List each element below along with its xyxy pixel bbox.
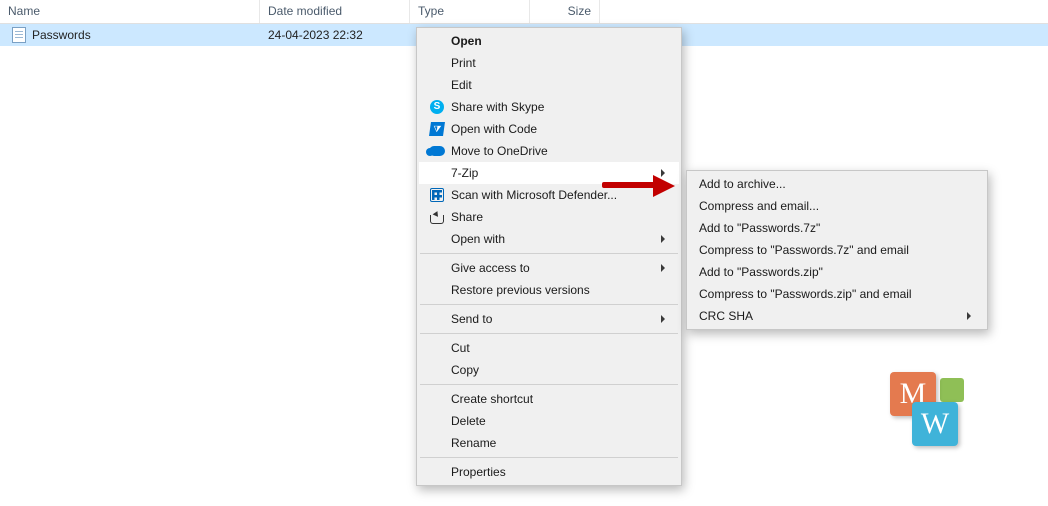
menu-separator [420,384,678,385]
menu-item-share-skype[interactable]: SShare with Skype [419,96,679,118]
onedrive-icon [429,146,445,156]
menu-item-send-to[interactable]: Send to [419,308,679,330]
site-watermark-logo: M W [890,372,970,452]
menu-item-copy[interactable]: Copy [419,359,679,381]
menu-separator [420,253,678,254]
submenu-item-compress-7z-email[interactable]: Compress to "Passwords.7z" and email [689,239,985,261]
menu-item-open-code[interactable]: ⧩Open with Code [419,118,679,140]
menu-item-rename[interactable]: Rename [419,432,679,454]
column-header-date[interactable]: Date modified [260,0,410,23]
submenu-item-add-archive[interactable]: Add to archive... [689,173,985,195]
file-name: Passwords [32,28,91,42]
menu-item-move-onedrive[interactable]: Move to OneDrive [419,140,679,162]
menu-item-print[interactable]: Print [419,52,679,74]
submenu-item-add-zip[interactable]: Add to "Passwords.zip" [689,261,985,283]
file-date: 24-04-2023 22:32 [260,26,410,44]
menu-separator [420,333,678,334]
skype-icon: S [430,100,444,114]
menu-item-properties[interactable]: Properties [419,461,679,483]
menu-separator [420,304,678,305]
column-header-name[interactable]: Name [0,0,260,23]
menu-item-open[interactable]: Open [419,30,679,52]
submenu-item-compress-email[interactable]: Compress and email... [689,195,985,217]
column-header-size[interactable]: Size [530,0,600,23]
menu-item-7zip[interactable]: 7-Zip [419,162,679,184]
share-icon [430,210,444,224]
text-file-icon [12,27,26,43]
menu-item-create-shortcut[interactable]: Create shortcut [419,388,679,410]
menu-item-cut[interactable]: Cut [419,337,679,359]
context-menu: Open Print Edit SShare with Skype ⧩Open … [416,27,682,486]
defender-icon [430,188,444,202]
menu-item-defender[interactable]: Scan with Microsoft Defender... [419,184,679,206]
column-header-type[interactable]: Type [410,0,530,23]
menu-item-open-with[interactable]: Open with [419,228,679,250]
submenu-item-add-7z[interactable]: Add to "Passwords.7z" [689,217,985,239]
menu-item-edit[interactable]: Edit [419,74,679,96]
menu-separator [420,457,678,458]
vscode-icon: ⧩ [429,122,445,136]
menu-item-share[interactable]: Share [419,206,679,228]
submenu-7zip: Add to archive... Compress and email... … [686,170,988,330]
menu-item-delete[interactable]: Delete [419,410,679,432]
submenu-item-crc-sha[interactable]: CRC SHA [689,305,985,327]
menu-item-restore-previous[interactable]: Restore previous versions [419,279,679,301]
column-header-row: Name Date modified Type Size [0,0,1048,24]
menu-item-give-access[interactable]: Give access to [419,257,679,279]
submenu-item-compress-zip-email[interactable]: Compress to "Passwords.zip" and email [689,283,985,305]
